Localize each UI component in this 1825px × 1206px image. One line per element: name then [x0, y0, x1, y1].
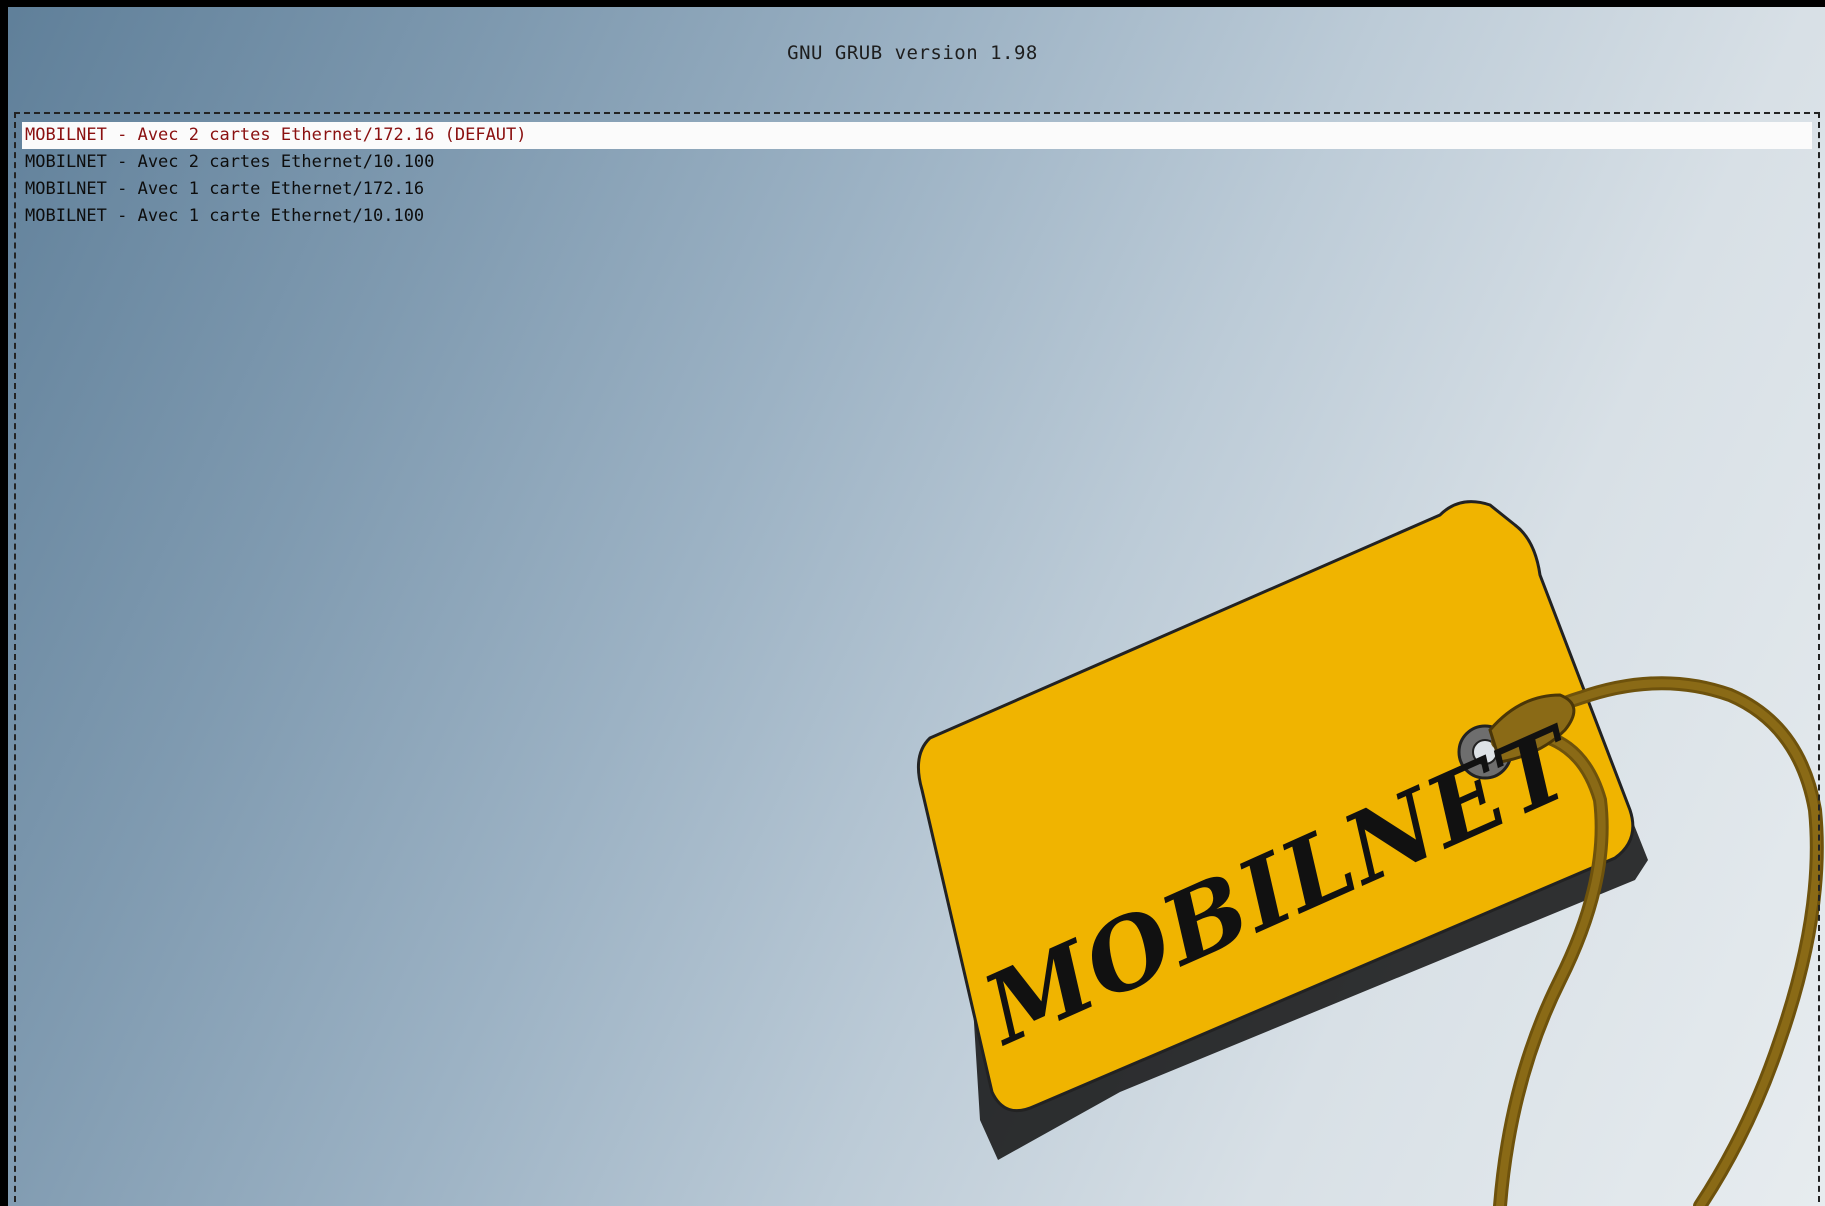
- boot-menu-entry[interactable]: MOBILNET - Avec 1 carte Ethernet/172.16: [22, 176, 1812, 203]
- boot-menu-entry[interactable]: MOBILNET - Avec 2 cartes Ethernet/172.16…: [22, 122, 1812, 149]
- screen-border-top: [0, 0, 1825, 7]
- boot-menu-entry[interactable]: MOBILNET - Avec 2 cartes Ethernet/10.100: [22, 149, 1812, 176]
- boot-menu-entry[interactable]: MOBILNET - Avec 1 carte Ethernet/10.100: [22, 203, 1812, 230]
- menu-border: [14, 112, 1820, 1206]
- boot-menu: MOBILNET - Avec 2 cartes Ethernet/172.16…: [22, 122, 1812, 230]
- grub-screen: GNU GRUB version 1.98 MOBILNET MOBILNET …: [0, 0, 1825, 1206]
- grub-version-title: GNU GRUB version 1.98: [787, 42, 1038, 64]
- screen-border-left: [0, 0, 8, 1206]
